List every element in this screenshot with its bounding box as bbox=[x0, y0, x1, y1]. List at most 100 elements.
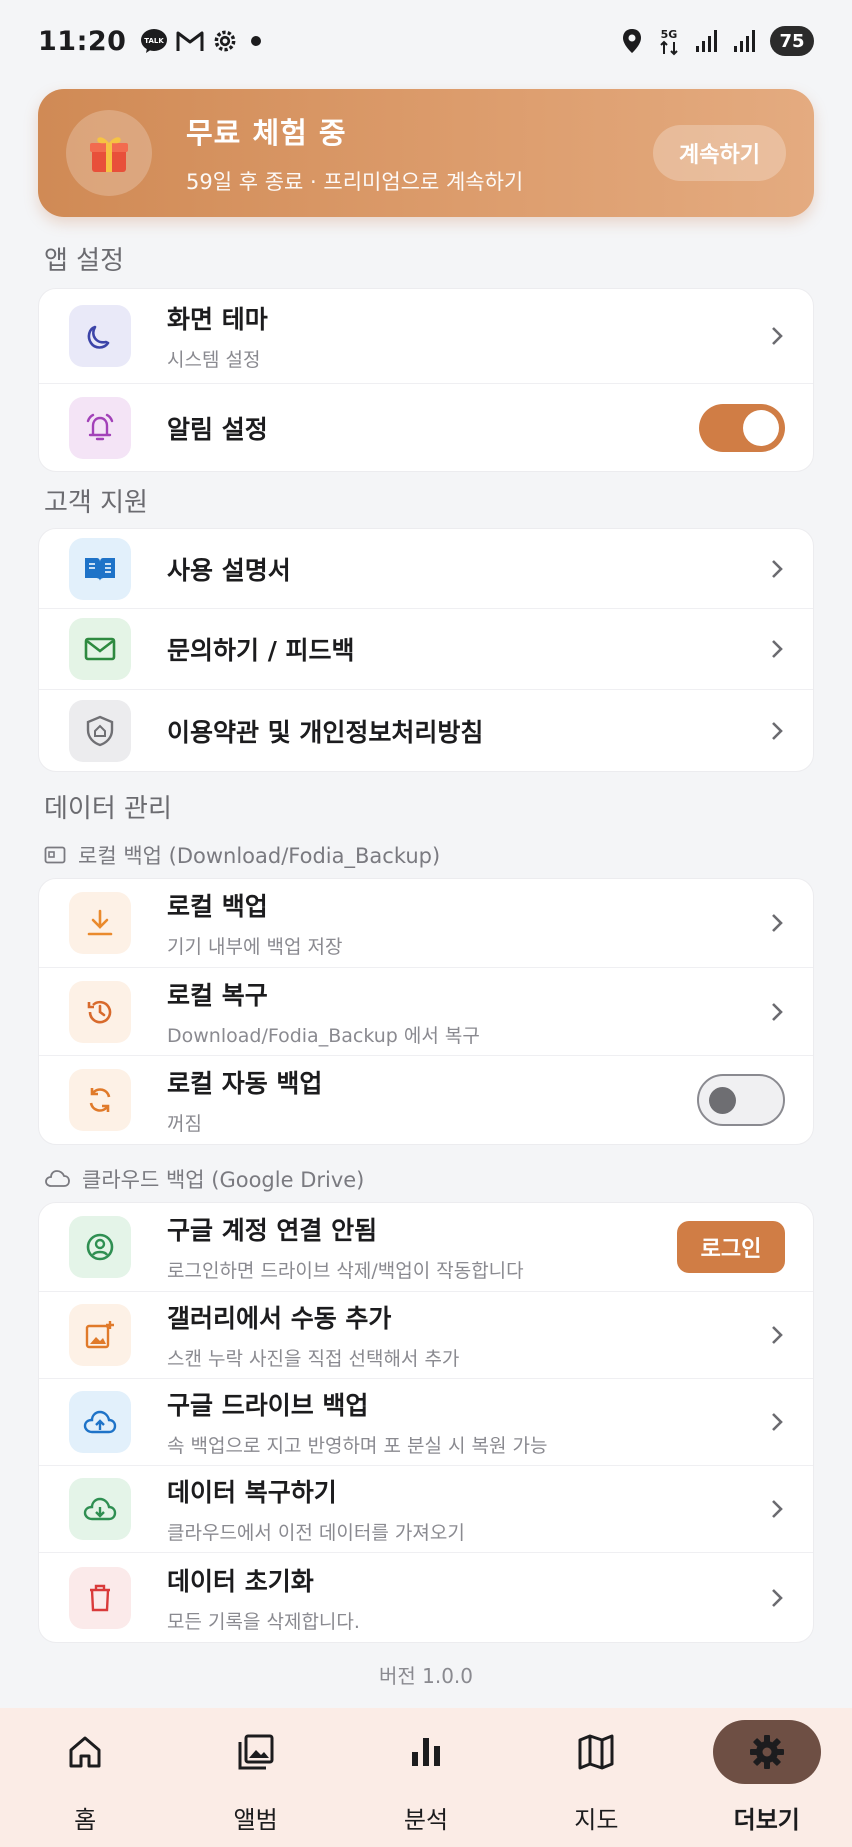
shield-icon bbox=[69, 699, 131, 762]
history-icon bbox=[69, 980, 131, 1043]
local-auto-backup-toggle[interactable] bbox=[697, 1074, 785, 1126]
local-auto-backup-title: 로컬 자동 백업 bbox=[167, 1069, 323, 1098]
5g-icon: 5G bbox=[660, 28, 678, 56]
chevron-right-icon bbox=[772, 1500, 783, 1518]
nav-home[interactable]: 홈 bbox=[10, 1720, 160, 1835]
section-support: 고객 지원 bbox=[44, 488, 148, 518]
sync-icon bbox=[69, 1069, 131, 1131]
google-account-title: 구글 계정 연결 안됨 bbox=[167, 1216, 378, 1245]
gallery-add-row[interactable]: 갤러리에서 수동 추가 스캔 누락 사진을 직접 선택해서 추가 bbox=[39, 1292, 813, 1379]
gallery-add-subtitle: 스캔 누락 사진을 직접 선택해서 추가 bbox=[167, 1348, 460, 1370]
chevron-right-icon bbox=[772, 559, 783, 578]
local-restore-row[interactable]: 로컬 복구 Download/Fodia_Backup 에서 복구 bbox=[39, 968, 813, 1056]
nav-analysis[interactable]: 분석 bbox=[351, 1720, 501, 1835]
local-backup-label-text: 로컬 백업 (Download/Fodia_Backup) bbox=[78, 844, 441, 868]
drive-backup-title: 구글 드라이브 백업 bbox=[167, 1391, 369, 1420]
cloud-icon bbox=[45, 1170, 70, 1187]
chevron-right-icon bbox=[772, 1326, 783, 1344]
section-data: 데이터 관리 bbox=[44, 794, 172, 824]
terms-title: 이용약관 및 개인정보처리방침 bbox=[167, 717, 484, 747]
data-reset-subtitle: 모든 기록을 삭제합니다. bbox=[167, 1610, 360, 1633]
cloud-backup-card: 구글 계정 연결 안됨 로그인하면 드라이브 삭제/백업이 작동합니다 로그인 … bbox=[38, 1202, 814, 1643]
login-button[interactable]: 로그인 bbox=[677, 1221, 785, 1273]
signal-icon-2 bbox=[734, 30, 755, 52]
notification-dot-icon bbox=[251, 36, 262, 46]
app-version: 버전 1.0.0 bbox=[378, 1664, 474, 1688]
manual-title: 사용 설명서 bbox=[167, 555, 291, 585]
status-time: 11:20 bbox=[38, 25, 127, 57]
nav-more[interactable]: 더보기 bbox=[692, 1720, 842, 1835]
trash-icon bbox=[69, 1566, 131, 1629]
moon-icon bbox=[69, 305, 131, 367]
theme-title: 화면 테마 bbox=[167, 305, 268, 334]
signal-icon bbox=[696, 30, 717, 52]
chevron-right-icon bbox=[772, 721, 783, 740]
chevron-right-icon bbox=[772, 1413, 783, 1431]
cloud-upload-icon bbox=[69, 1391, 131, 1453]
location-icon bbox=[623, 29, 641, 53]
manual-row[interactable]: 사용 설명서 bbox=[39, 529, 813, 609]
local-backup-card: 로컬 백업 기기 내부에 백업 저장 로컬 복구 Download/Fodia_… bbox=[38, 878, 814, 1145]
continue-button[interactable]: 계속하기 bbox=[653, 125, 786, 181]
data-restore-row[interactable]: 데이터 복구하기 클라우드에서 이전 데이터를 가져오기 bbox=[39, 1466, 813, 1553]
gear-icon bbox=[749, 1735, 784, 1769]
settings-screen: 11:20 TALK 5G 75 무료 체험 중 59일 후 종료 · 프리미엄… bbox=[0, 0, 852, 1847]
account-circle-icon bbox=[69, 1216, 131, 1278]
data-reset-row[interactable]: 데이터 초기화 모든 기록을 삭제합니다. bbox=[39, 1553, 813, 1642]
google-account-subtitle: 로그인하면 드라이브 삭제/백업이 작동합니다 bbox=[167, 1260, 524, 1282]
theme-row[interactable]: 화면 테마 시스템 설정 bbox=[39, 289, 813, 384]
cloud-download-icon bbox=[69, 1478, 131, 1540]
local-restore-title: 로컬 복구 bbox=[167, 980, 268, 1010]
local-backup-subtitle: 기기 내부에 백업 저장 bbox=[167, 936, 343, 958]
cloud-backup-label-text: 클라우드 백업 (Google Drive) bbox=[82, 1168, 365, 1192]
gift-icon bbox=[66, 110, 152, 196]
notification-title: 알림 설정 bbox=[167, 414, 268, 444]
map-icon bbox=[578, 1734, 614, 1770]
bottom-navigation: 홈 앨범 분석 지도 더보기 bbox=[0, 1708, 852, 1847]
google-account-row: 구글 계정 연결 안됨 로그인하면 드라이브 삭제/백업이 작동합니다 로그인 bbox=[39, 1203, 813, 1292]
drive-backup-row[interactable]: 구글 드라이브 백업 속 백업으로 지고 반영하며 포 분실 시 복원 가능 bbox=[39, 1379, 813, 1466]
contact-row[interactable]: 문의하기 / 피드백 bbox=[39, 609, 813, 690]
battery-indicator: 75 bbox=[770, 26, 814, 56]
local-restore-subtitle: Download/Fodia_Backup 에서 복구 bbox=[167, 1024, 480, 1047]
section-app-settings: 앱 설정 bbox=[44, 246, 125, 276]
settings-gear-icon bbox=[215, 30, 236, 52]
book-icon bbox=[69, 537, 131, 600]
theme-subtitle: 시스템 설정 bbox=[167, 349, 261, 371]
contact-title: 문의하기 / 피드백 bbox=[167, 636, 355, 665]
nav-analysis-label: 분석 bbox=[403, 1806, 449, 1834]
svg-text:TALK: TALK bbox=[145, 37, 165, 45]
nav-map-label: 지도 bbox=[574, 1806, 619, 1834]
trial-banner[interactable]: 무료 체험 중 59일 후 종료 · 프리미엄으로 계속하기 계속하기 bbox=[38, 89, 814, 217]
add-photo-icon bbox=[69, 1304, 131, 1366]
download-icon bbox=[69, 892, 131, 954]
chevron-right-icon bbox=[772, 327, 783, 345]
banner-title: 무료 체험 중 bbox=[186, 116, 347, 150]
chevron-right-icon bbox=[772, 640, 783, 658]
cloud-backup-label: 클라우드 백업 (Google Drive) bbox=[44, 1164, 364, 1194]
local-backup-label: 로컬 백업 (Download/Fodia_Backup) bbox=[44, 840, 440, 870]
data-reset-title: 데이터 초기화 bbox=[167, 1566, 314, 1596]
storage-icon bbox=[44, 846, 66, 864]
home-icon bbox=[69, 1736, 101, 1768]
gmail-icon bbox=[176, 31, 204, 51]
alarm-bell-icon bbox=[69, 396, 131, 459]
terms-row[interactable]: 이용약관 및 개인정보처리방침 bbox=[39, 690, 813, 771]
bar-chart-icon bbox=[411, 1738, 440, 1766]
data-restore-subtitle: 클라우드에서 이전 데이터를 가져오기 bbox=[167, 1522, 465, 1544]
talk-icon: TALK bbox=[141, 29, 168, 53]
chevron-right-icon bbox=[772, 1002, 783, 1021]
notification-toggle[interactable] bbox=[699, 403, 785, 452]
drive-backup-subtitle: 속 백업으로 지고 반영하며 포 분실 시 복원 가능 bbox=[167, 1435, 548, 1457]
local-backup-row[interactable]: 로컬 백업 기기 내부에 백업 저장 bbox=[39, 879, 813, 968]
photo-library-icon bbox=[238, 1734, 274, 1770]
app-settings-card: 화면 테마 시스템 설정 알림 설정 bbox=[38, 288, 814, 472]
local-backup-title: 로컬 백업 bbox=[167, 892, 268, 921]
network-type: 5G bbox=[661, 28, 678, 41]
notification-row: 알림 설정 bbox=[39, 384, 813, 471]
local-auto-backup-row: 로컬 자동 백업 꺼짐 bbox=[39, 1056, 813, 1144]
nav-album[interactable]: 앨범 bbox=[181, 1720, 331, 1835]
chevron-right-icon bbox=[772, 914, 783, 932]
support-card: 사용 설명서 문의하기 / 피드백 이용약관 및 개인정보처리방침 bbox=[38, 528, 814, 772]
nav-map[interactable]: 지도 bbox=[521, 1720, 671, 1835]
